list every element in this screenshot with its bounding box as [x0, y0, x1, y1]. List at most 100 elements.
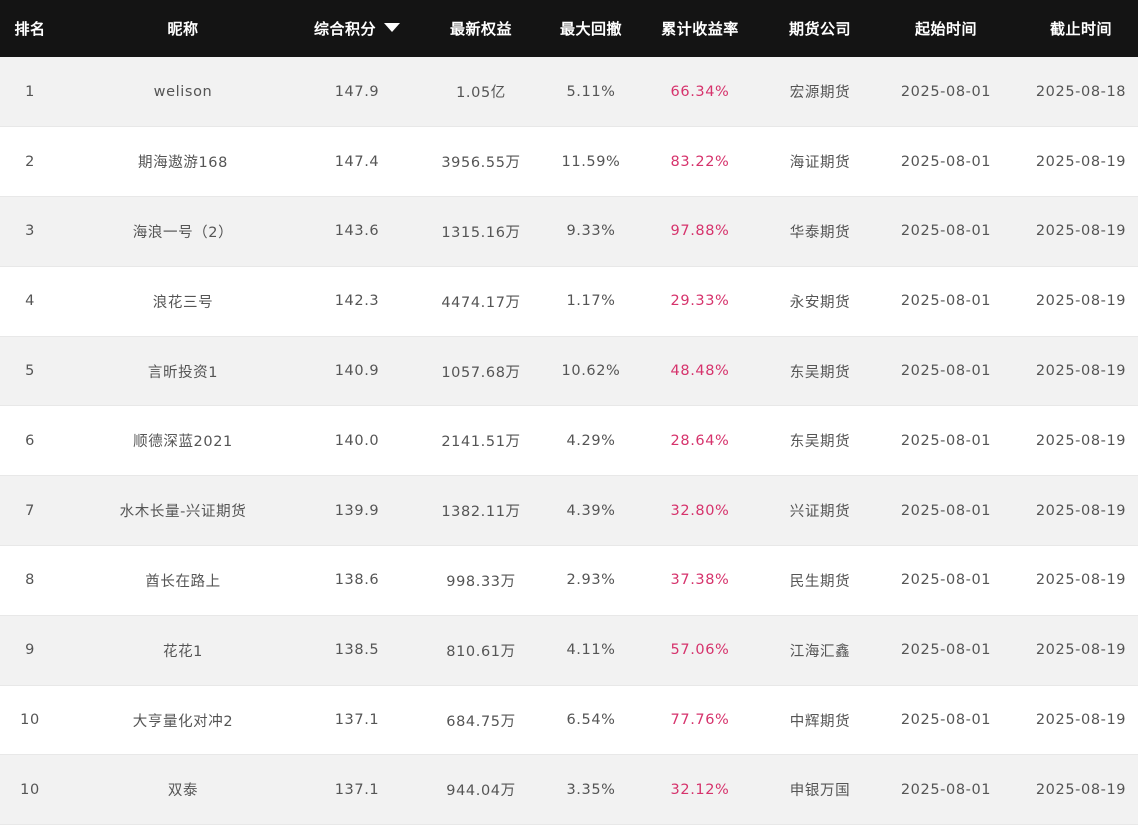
equity-cell: 944.04万 — [446, 783, 516, 800]
start-date-cell: 2025-08-01 — [900, 223, 992, 240]
score-cell: 137.1 — [334, 781, 380, 798]
cumulative-return-cell: 66.34% — [670, 83, 730, 100]
table-row[interactable]: 4 浪花三号 142.3 4474.17万 1.17% 29.33% 永安期货 … — [0, 266, 1138, 337]
equity-cell: 998.33万 — [446, 573, 516, 590]
end-date-cell: 2025-08-19 — [1035, 502, 1127, 519]
max-drawdown-cell: 4.29% — [566, 432, 616, 449]
nickname-cell[interactable]: 言昕投资1 — [60, 336, 306, 406]
table-row[interactable]: 2 期海遨游168 147.4 3956.55万 11.59% 83.22% 海… — [0, 126, 1138, 197]
max-drawdown-cell: 2.93% — [566, 572, 616, 589]
cumulative-return-cell: 57.06% — [670, 642, 730, 659]
equity-cell: 684.75万 — [446, 713, 516, 730]
rank-cell: 6 — [25, 432, 35, 449]
table-row[interactable]: 1 welison 147.9 1.05亿 5.11% 66.34% 宏源期货 … — [0, 57, 1138, 127]
table-row[interactable]: 6 顺德深蓝2021 140.0 2141.51万 4.29% 28.64% 东… — [0, 405, 1138, 476]
cumulative-return-cell: 37.38% — [670, 572, 730, 589]
score-cell: 147.4 — [334, 153, 380, 170]
rank-cell: 3 — [25, 223, 35, 240]
end-date-cell: 2025-08-19 — [1035, 223, 1127, 240]
start-date-cell: 2025-08-01 — [900, 432, 992, 449]
header-company: 期货公司 — [772, 0, 868, 57]
equity-cell: 2141.51万 — [441, 434, 521, 451]
header-end-date-label: 截止时间 — [1049, 20, 1112, 38]
nickname-cell[interactable]: 花花1 — [60, 615, 306, 685]
header-score-sort[interactable]: 综合积分 — [306, 0, 408, 57]
table-row[interactable]: 3 海浪一号（2） 143.6 1315.16万 9.33% 97.88% 华泰… — [0, 196, 1138, 267]
equity-cell: 3956.55万 — [441, 155, 521, 172]
table-row[interactable]: 5 言昕投资1 140.9 1057.68万 10.62% 48.48% 东吴期… — [0, 336, 1138, 406]
start-date-cell: 2025-08-01 — [900, 502, 992, 519]
end-date-cell: 2025-08-19 — [1035, 712, 1127, 729]
cumulative-return-cell: 83.22% — [670, 153, 730, 170]
header-start-date-label: 起始时间 — [914, 20, 977, 38]
table-header: 排名 昵称 综合积分 最新权益 最大回撤 累计收益率 期货公司 起始时间 截止时… — [0, 0, 1138, 57]
cumulative-return-cell: 29.33% — [670, 293, 730, 310]
score-cell: 140.9 — [334, 363, 380, 380]
table-row[interactable]: 9 花花1 138.5 810.61万 4.11% 57.06% 江海汇鑫 20… — [0, 615, 1138, 686]
cumulative-return-cell: 48.48% — [670, 363, 730, 380]
rank-cell: 9 — [25, 642, 35, 659]
end-date-cell: 2025-08-18 — [1035, 83, 1127, 100]
company-cell: 海证期货 — [789, 155, 851, 172]
table-row[interactable]: 10 大亨量化对冲2 137.1 684.75万 6.54% 77.76% 中辉… — [0, 685, 1138, 755]
header-score-label[interactable]: 综合积分 — [314, 20, 376, 38]
nickname-cell[interactable]: 海浪一号（2） — [60, 197, 306, 267]
caret-down-icon[interactable] — [384, 23, 400, 32]
company-cell: 江海汇鑫 — [789, 643, 851, 660]
table-row[interactable]: 8 酋长在路上 138.6 998.33万 2.93% 37.38% 民生期货 … — [0, 545, 1138, 616]
header-start-date: 起始时间 — [868, 0, 1024, 57]
company-cell: 申银万国 — [789, 783, 851, 800]
max-drawdown-cell: 5.11% — [566, 83, 616, 100]
nickname-cell[interactable]: 双泰 — [60, 755, 306, 825]
start-date-cell: 2025-08-01 — [900, 293, 992, 310]
cumulative-return-cell: 28.64% — [670, 432, 730, 449]
max-drawdown-cell: 4.11% — [566, 642, 616, 659]
equity-cell: 1315.16万 — [441, 224, 521, 241]
nickname-cell[interactable]: 顺德深蓝2021 — [60, 406, 306, 476]
nickname-cell[interactable]: 大亨量化对冲2 — [60, 685, 306, 755]
company-cell: 东吴期货 — [789, 364, 851, 381]
header-cumulative-return: 累计收益率 — [628, 0, 772, 57]
header-nickname: 昵称 — [60, 0, 306, 57]
max-drawdown-cell: 4.39% — [566, 502, 616, 519]
score-cell: 138.5 — [334, 642, 380, 659]
company-cell: 永安期货 — [789, 294, 851, 311]
nickname-cell[interactable]: welison — [60, 57, 306, 127]
company-cell: 民生期货 — [789, 573, 851, 590]
score-cell: 139.9 — [334, 502, 380, 519]
equity-cell: 4474.17万 — [441, 294, 521, 311]
cumulative-return-cell: 32.80% — [670, 502, 730, 519]
max-drawdown-cell: 6.54% — [566, 712, 616, 729]
end-date-cell: 2025-08-19 — [1035, 153, 1127, 170]
rank-cell: 4 — [25, 293, 35, 310]
nickname-cell[interactable]: 浪花三号 — [60, 266, 306, 336]
start-date-cell: 2025-08-01 — [900, 572, 992, 589]
end-date-cell: 2025-08-19 — [1035, 432, 1127, 449]
header-nickname-label: 昵称 — [167, 20, 199, 38]
header-rank-label: 排名 — [14, 20, 46, 38]
start-date-cell: 2025-08-01 — [900, 83, 992, 100]
rank-cell: 1 — [25, 83, 35, 100]
equity-cell: 1382.11万 — [441, 504, 521, 521]
nickname-cell[interactable]: 期海遨游168 — [60, 127, 306, 197]
header-company-label: 期货公司 — [788, 20, 851, 38]
company-cell: 兴证期货 — [789, 504, 851, 521]
nickname-cell[interactable]: 水木长量-兴证期货 — [60, 476, 306, 546]
cumulative-return-cell: 97.88% — [670, 223, 730, 240]
equity-cell: 1057.68万 — [441, 364, 521, 381]
cumulative-return-cell: 32.12% — [670, 781, 730, 798]
header-max-drawdown: 最大回撤 — [554, 0, 628, 57]
header-max-drawdown-label: 最大回撤 — [559, 20, 622, 38]
nickname-cell[interactable]: 酋长在路上 — [60, 546, 306, 616]
rank-cell: 2 — [25, 153, 35, 170]
score-cell: 138.6 — [334, 572, 380, 589]
header-equity-label: 最新权益 — [449, 20, 512, 38]
score-cell: 143.6 — [334, 223, 380, 240]
header-equity: 最新权益 — [408, 0, 554, 57]
end-date-cell: 2025-08-19 — [1035, 642, 1127, 659]
rank-cell: 10 — [20, 781, 40, 798]
ranking-table: 排名 昵称 综合积分 最新权益 最大回撤 累计收益率 期货公司 起始时间 截止时… — [0, 0, 1138, 825]
company-cell: 东吴期货 — [789, 434, 851, 451]
table-row[interactable]: 7 水木长量-兴证期货 139.9 1382.11万 4.39% 32.80% … — [0, 475, 1138, 546]
table-row[interactable]: 10 双泰 137.1 944.04万 3.35% 32.12% 申银万国 20… — [0, 754, 1138, 825]
